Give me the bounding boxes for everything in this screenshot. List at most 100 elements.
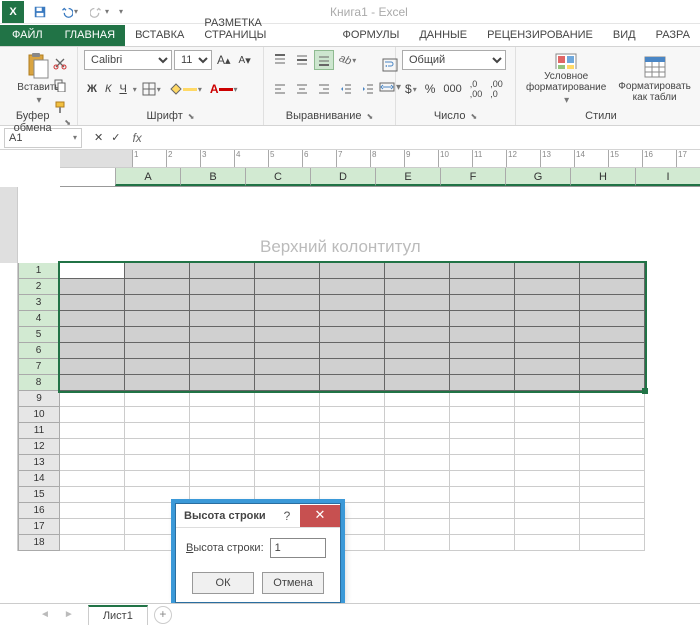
cond-format-label: Условное форматирование xyxy=(526,71,606,93)
col-header-G[interactable]: G xyxy=(505,168,570,186)
row-header-9[interactable]: 9 xyxy=(18,391,60,407)
increase-font-icon[interactable]: A▴ xyxy=(214,50,234,70)
enter-formula-icon[interactable]: ✓ xyxy=(111,131,120,144)
row-header-6[interactable]: 6 xyxy=(18,343,60,359)
align-right-icon[interactable] xyxy=(314,79,334,99)
page-header-placeholder[interactable]: Верхний колонтитул xyxy=(260,237,421,257)
row-header-14[interactable]: 14 xyxy=(18,471,60,487)
col-header-A[interactable]: A xyxy=(115,168,180,186)
wrap-text-icon[interactable] xyxy=(379,55,401,75)
bold-button[interactable]: Ж xyxy=(84,80,100,98)
row-header-17[interactable]: 17 xyxy=(18,519,60,535)
tab-formulas[interactable]: ФОРМУЛЫ xyxy=(332,25,409,46)
row-header-8[interactable]: 8 xyxy=(18,375,60,391)
row-header-1[interactable]: 1 xyxy=(18,263,60,279)
number-launcher-icon[interactable]: ⬊ xyxy=(470,112,477,121)
ribbon-tabs: ФАЙЛ ГЛАВНАЯ ВСТАВКА РАЗМЕТКА СТРАНИЦЫ Ф… xyxy=(0,24,700,47)
cell-grid[interactable]: Верхний колонтитул xyxy=(60,187,645,551)
italic-button[interactable]: К xyxy=(102,80,114,98)
format-painter-icon[interactable] xyxy=(50,97,70,117)
tab-home[interactable]: ГЛАВНАЯ xyxy=(55,25,125,46)
col-header-I[interactable]: I xyxy=(635,168,700,186)
dialog-close-icon[interactable]: ✕ xyxy=(300,505,340,527)
sheet-nav-next-icon[interactable]: ► xyxy=(64,609,74,620)
number-format-select[interactable]: Общий xyxy=(402,50,506,70)
column-headers: ABCDEFGHI xyxy=(60,168,700,187)
formula-input[interactable] xyxy=(142,128,700,148)
qat-undo-icon[interactable]: ▾ xyxy=(56,2,81,22)
sheet-nav-prev-icon[interactable]: ◄ xyxy=(40,609,50,620)
dialog-help-icon[interactable]: ? xyxy=(274,505,300,527)
clipboard-launcher-icon[interactable]: ⬊ xyxy=(64,118,71,127)
copy-icon[interactable] xyxy=(50,75,70,95)
col-header-H[interactable]: H xyxy=(570,168,635,186)
align-left-icon[interactable] xyxy=(270,79,290,99)
col-header-B[interactable]: B xyxy=(180,168,245,186)
font-launcher-icon[interactable]: ⬊ xyxy=(188,112,195,121)
qat-customize-icon[interactable]: ▾ xyxy=(119,7,123,16)
row-header-10[interactable]: 10 xyxy=(18,407,60,423)
underline-button[interactable]: Ч xyxy=(116,80,129,98)
align-middle-icon[interactable] xyxy=(292,50,312,70)
tab-insert[interactable]: ВСТАВКА xyxy=(125,25,194,46)
col-header-E[interactable]: E xyxy=(375,168,440,186)
row-headers: 123456789101112131415161718 xyxy=(18,187,60,551)
row-header-4[interactable]: 4 xyxy=(18,311,60,327)
qat-save-icon[interactable] xyxy=(30,2,50,22)
row-header-12[interactable]: 12 xyxy=(18,439,60,455)
sheet-tab[interactable]: Лист1 xyxy=(88,605,148,625)
decrease-font-icon[interactable]: A▾ xyxy=(236,51,254,70)
row-header-5[interactable]: 5 xyxy=(18,327,60,343)
align-bottom-icon[interactable] xyxy=(314,50,334,70)
col-header-D[interactable]: D xyxy=(310,168,375,186)
fx-icon[interactable]: fx xyxy=(132,131,141,145)
font-group-label: Шрифт xyxy=(147,110,183,122)
col-header-F[interactable]: F xyxy=(440,168,505,186)
align-launcher-icon[interactable]: ⬊ xyxy=(367,112,374,121)
decrease-indent-icon[interactable] xyxy=(336,79,356,99)
percent-icon[interactable]: % xyxy=(422,79,439,99)
row-header-15[interactable]: 15 xyxy=(18,487,60,503)
align-top-icon[interactable] xyxy=(270,50,290,70)
row-header-13[interactable]: 13 xyxy=(18,455,60,471)
decrease-decimal-icon[interactable]: ,00,0 xyxy=(487,76,506,102)
horizontal-ruler: 1234567891011121314151617 xyxy=(60,150,700,168)
fill-color-icon[interactable]: ▾ xyxy=(166,79,205,99)
row-header-11[interactable]: 11 xyxy=(18,423,60,439)
dialog-title: Высота строки xyxy=(184,510,266,522)
number-group-label: Число xyxy=(434,110,466,122)
font-color-icon[interactable]: A▾ xyxy=(207,79,241,99)
row-header-7[interactable]: 7 xyxy=(18,359,60,375)
add-sheet-icon[interactable]: + xyxy=(154,606,172,624)
row-header-16[interactable]: 16 xyxy=(18,503,60,519)
font-size-select[interactable]: 11 xyxy=(174,50,212,70)
row-header-18[interactable]: 18 xyxy=(18,535,60,551)
tab-data[interactable]: ДАННЫЕ xyxy=(409,25,477,46)
tab-layout[interactable]: РАЗМЕТКА СТРАНИЦЫ xyxy=(194,13,332,46)
orientation-icon[interactable]: ab▾ xyxy=(336,51,359,69)
col-header-C[interactable]: C xyxy=(245,168,310,186)
borders-icon[interactable]: ▾ xyxy=(139,79,164,99)
align-center-icon[interactable] xyxy=(292,79,312,99)
cancel-button[interactable]: Отмена xyxy=(262,572,324,594)
thousands-icon[interactable]: 000 xyxy=(440,80,464,98)
qat-redo-icon[interactable]: ▾ xyxy=(87,2,112,22)
wrap-merge-stack: ▾ xyxy=(372,53,408,99)
merge-center-icon[interactable]: ▾ xyxy=(376,77,404,97)
row-header-3[interactable]: 3 xyxy=(18,295,60,311)
tab-view[interactable]: ВИД xyxy=(603,25,646,46)
format-as-table-button[interactable]: Форматировать как табли xyxy=(614,50,695,108)
row-height-input[interactable] xyxy=(270,538,326,558)
tab-review[interactable]: РЕЦЕНЗИРОВАНИЕ xyxy=(477,25,603,46)
document-title: Книга1 - Excel xyxy=(330,5,408,19)
cancel-formula-icon[interactable]: ✕ xyxy=(94,131,103,144)
row-header-2[interactable]: 2 xyxy=(18,279,60,295)
font-name-select[interactable]: Calibri xyxy=(84,50,172,70)
row-height-label: Высота строки: xyxy=(186,542,264,554)
tab-developer[interactable]: РАЗРА xyxy=(646,25,700,46)
ok-button[interactable]: ОК xyxy=(192,572,254,594)
tab-file[interactable]: ФАЙЛ xyxy=(0,25,55,46)
conditional-formatting-button[interactable]: Условное форматирование▾ xyxy=(522,50,610,108)
increase-decimal-icon[interactable]: ,0,00 xyxy=(467,76,486,102)
cut-icon[interactable] xyxy=(50,53,70,73)
